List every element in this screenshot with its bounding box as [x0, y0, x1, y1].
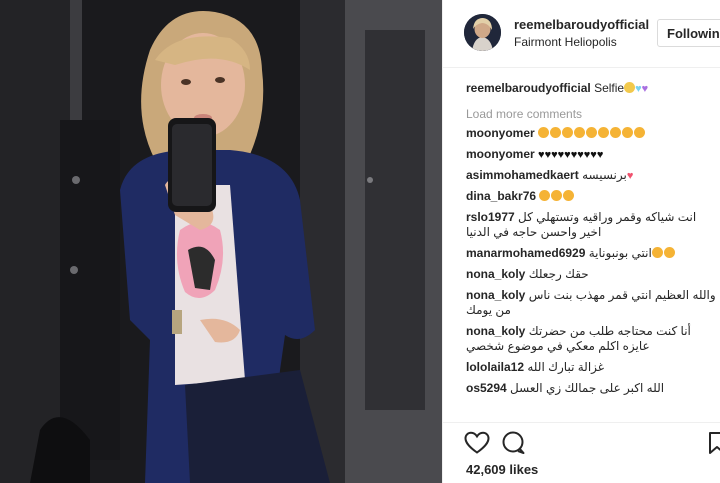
comment-text: انتي بونبوناية — [588, 246, 652, 260]
action-bar: 42,609 likes — [443, 422, 720, 483]
comment-username[interactable]: os5294 — [466, 381, 507, 395]
comment-row: os5294 الله اكبر على جمالك زي العسل — [466, 381, 718, 402]
comment-icon[interactable] — [501, 431, 527, 455]
comment-text: حقك رجعلك — [528, 267, 589, 281]
comment-row: nona_koly والله العظيم انتي قمر مهذب بنت… — [466, 288, 718, 324]
selfie-image — [0, 0, 442, 483]
heart-eyes-emoji-icon — [562, 127, 574, 138]
comment-username[interactable]: lololaila12 — [466, 360, 524, 374]
heart-eyes-emoji-icon — [574, 127, 586, 138]
comment-list: moonyomer moonyomer ♥♥♥♥♥♥♥♥♥♥ asimmohame… — [466, 126, 718, 402]
pink-heart-icon: ♥ — [626, 170, 634, 182]
comment-row: asimmohamedkaert برنسيسه♥ — [466, 168, 718, 189]
post-username[interactable]: reemelbaroudyofficial — [514, 17, 649, 32]
post-sidebar: reemelbaroudyofficial Fairmont Heliopoli… — [442, 0, 720, 483]
woman-emoji-icon — [624, 82, 636, 93]
comment-row: nona_koly حقك رجعلك — [466, 267, 718, 288]
following-button[interactable]: Following — [657, 19, 720, 47]
comments-section: reemelbaroudyofficial Selfie ♥ ♥ Load more… — [466, 80, 718, 402]
comment-row: nona_koly أنا كنت محتاجه طلب من حضرتك عا… — [466, 324, 718, 360]
comment-row: moonyomer ♥♥♥♥♥♥♥♥♥♥ — [466, 147, 718, 168]
heart-eyes-emoji-icon — [610, 127, 622, 138]
heart-eyes-emoji-icon — [563, 190, 575, 201]
comment-username[interactable]: moonyomer — [466, 147, 535, 161]
heart-eyes-emoji-icon — [622, 127, 634, 138]
heart-eyes-emoji-icon — [634, 127, 646, 138]
comment-username[interactable]: nona_koly — [466, 267, 525, 281]
comment-username[interactable]: dina_bakr76 — [466, 189, 536, 203]
comment-username[interactable]: nona_koly — [466, 288, 525, 302]
caption-text: Selfie — [594, 81, 625, 95]
avatar[interactable] — [464, 14, 501, 51]
comment-username[interactable]: moonyomer — [466, 126, 535, 140]
comment-username[interactable]: rslo1977 — [466, 210, 515, 224]
comment-row: lololaila12 غزالة تبارك الله — [466, 360, 718, 381]
comment-text: الله اكبر على جمالك زي العسل — [510, 381, 665, 395]
post-location[interactable]: Fairmont Heliopolis — [514, 35, 617, 49]
like-heart-icon[interactable] — [464, 431, 490, 455]
comment-username[interactable]: asimmohamedkaert — [466, 168, 579, 182]
heart-eyes-emoji-icon — [538, 127, 550, 138]
post-photo[interactable] — [0, 0, 442, 483]
post-header: reemelbaroudyofficial Fairmont Heliopoli… — [443, 0, 720, 68]
comment-username[interactable]: nona_koly — [466, 324, 525, 338]
caption-username[interactable]: reemelbaroudyofficial — [466, 81, 591, 95]
comment-username[interactable]: manarmohamed6929 — [466, 246, 585, 260]
comment-row: rslo1977 انت شياكه وقمر وراقيه وتستهلي ك… — [466, 210, 718, 246]
comment-row: dina_bakr76 — [466, 189, 718, 210]
purple-heart-icon: ♥ — [641, 83, 649, 95]
black-heart-icon: ♥ — [596, 149, 604, 161]
caption: reemelbaroudyofficial Selfie ♥♥ — [466, 80, 718, 102]
heart-eyes-emoji-icon — [598, 127, 610, 138]
heart-eyes-emoji-icon — [663, 247, 675, 258]
heart-eyes-emoji-icon — [539, 190, 551, 201]
comment-text: برنسيسه — [582, 168, 627, 182]
load-more-comments-link[interactable]: Load more comments — [466, 106, 718, 126]
heart-eyes-emoji-icon — [551, 190, 563, 201]
comment-row: manarmohamed6929 انتي بونبوناية — [466, 246, 718, 267]
heart-eyes-emoji-icon — [651, 247, 663, 258]
save-bookmark-icon[interactable] — [707, 431, 720, 455]
likes-count[interactable]: 42,609 likes — [466, 462, 538, 477]
avatar-image — [464, 14, 501, 51]
comment-text: غزالة تبارك الله — [527, 360, 605, 374]
comment-row: moonyomer — [466, 126, 718, 147]
heart-eyes-emoji-icon — [586, 127, 598, 138]
heart-eyes-emoji-icon — [550, 127, 562, 138]
